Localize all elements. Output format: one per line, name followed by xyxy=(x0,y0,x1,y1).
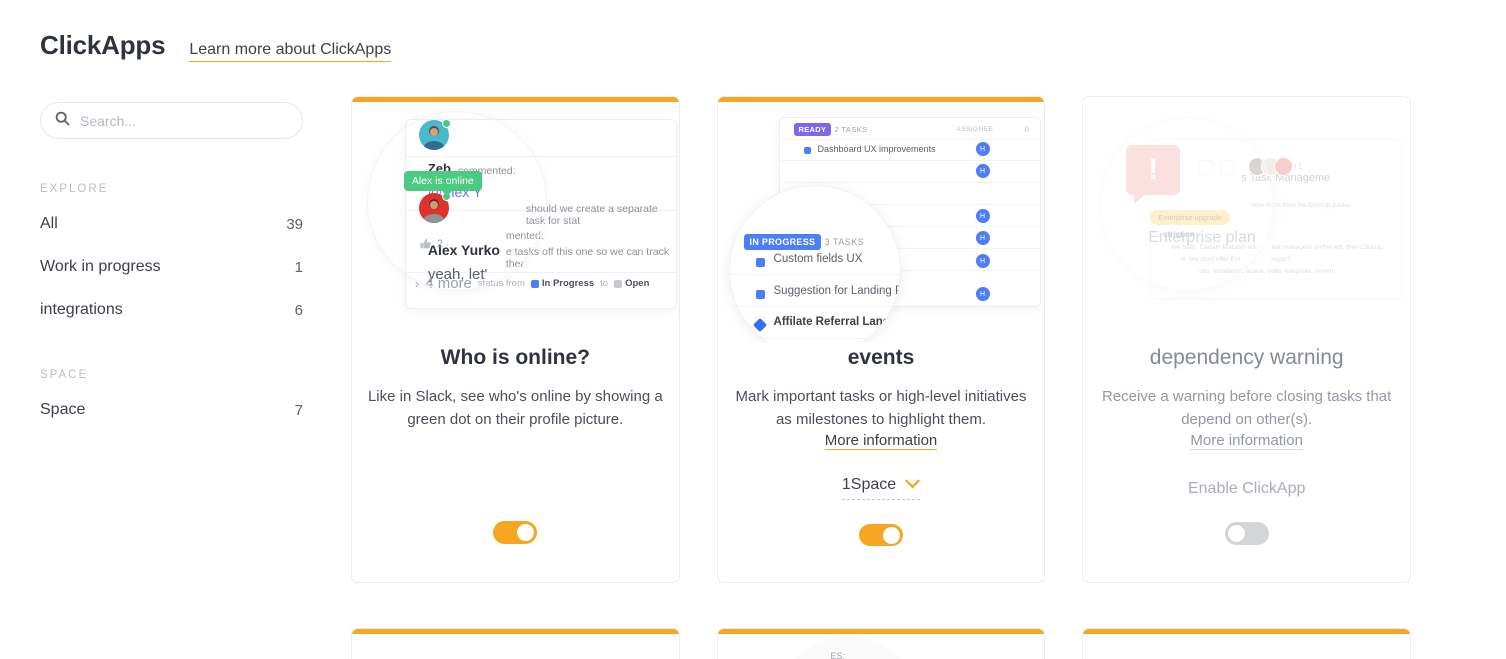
illustration-fragment: ES: xyxy=(830,651,846,659)
toggle-knob xyxy=(1227,525,1245,542)
magnifier-lens xyxy=(366,111,547,291)
assignee-avatar: H xyxy=(975,231,990,245)
clickapps-page: ClickApps Learn more about ClickApps EXP… xyxy=(0,0,1506,659)
doc-body-4: ask managers on the left, then ClickUp xyxy=(1271,244,1383,251)
zoom-task-1: Custom fields UX xyxy=(773,253,863,265)
sidebar-item-label: All xyxy=(40,215,58,232)
clickapp-card-events[interactable]: READY 2 TASKS ASSIGNEE D Dashboard UX im… xyxy=(716,96,1046,583)
task-name-top: Dashboard UX improvements xyxy=(817,144,936,154)
assignee-avatar: H xyxy=(975,254,990,268)
sidebar-section-explore-label: EXPLORE xyxy=(40,183,109,195)
card-title: events xyxy=(847,346,915,369)
clickapp-card-row2-2[interactable]: ES: xyxy=(716,628,1046,659)
status-chip-open: Open xyxy=(614,278,649,289)
magnifier-lens xyxy=(1100,117,1275,291)
page-header: ClickApps Learn more about ClickApps xyxy=(40,30,392,62)
magnifier-lens xyxy=(772,637,923,659)
zoom-task-3: Affilate Referral Landing page xyxy=(773,316,901,328)
card-row-1: Zeb commented: @Alex Y should we create … xyxy=(351,96,1412,583)
sidebar-item-count: 1 xyxy=(294,258,303,276)
sidebar-item-work-in-progress[interactable]: Work in progress 1 xyxy=(40,250,303,284)
clickapp-card-row2-3[interactable] xyxy=(1082,628,1412,659)
card-description: Receive a warning before closing tasks t… xyxy=(1102,388,1392,428)
card-row-2: ES: xyxy=(351,628,1412,659)
enable-clickapp-label: Enable ClickApp xyxy=(1187,480,1306,497)
more-information-link[interactable]: More information xyxy=(1190,432,1303,450)
search-input[interactable] xyxy=(80,112,288,129)
card-description: Mark important tasks or high-level initi… xyxy=(735,388,1027,428)
chevron-down-icon xyxy=(905,476,920,494)
search-box[interactable] xyxy=(40,102,303,139)
sidebar-item-label: integrations xyxy=(40,301,123,318)
task-bullet xyxy=(755,290,765,299)
card-title: Who is online? xyxy=(440,346,590,369)
ready-task-count: 2 TASKS xyxy=(834,125,868,134)
sidebar-section-space-label: SPACE xyxy=(40,369,89,381)
search-icon xyxy=(55,111,70,131)
status-chip-in-progress: In Progress xyxy=(530,278,595,289)
assignee-avatar: H xyxy=(975,209,990,223)
assignee-avatar: H xyxy=(975,164,990,178)
space-selector-label: 1Space xyxy=(841,476,897,493)
learn-more-link[interactable]: Learn more about ClickApps xyxy=(189,41,392,62)
toggle-knob xyxy=(883,527,900,544)
task-bullet xyxy=(803,147,811,154)
more-information-link[interactable]: More information xyxy=(824,432,938,450)
sidebar-item-label: Work in progress xyxy=(40,258,161,275)
column-extra: D xyxy=(1024,126,1030,133)
status-badge-ready: READY xyxy=(793,123,832,136)
sidebar-item-count: 39 xyxy=(286,215,303,233)
sidebar-item-all[interactable]: All 39 xyxy=(40,207,303,241)
card-illustration-row2-1 xyxy=(352,629,679,659)
comment-snippet-1: should we create a separate task for sta… xyxy=(525,203,658,227)
card-illustration-who-is-online: Zeb commented: @Alex Y should we create … xyxy=(352,97,679,342)
assignee-avatar: H xyxy=(975,287,990,301)
doc-body-5: logos? xyxy=(1271,256,1291,263)
assignee-avatar: H xyxy=(975,142,990,156)
clickapps-grid: Zeb commented: @Alex Y should we create … xyxy=(351,96,1412,659)
sidebar-item-space[interactable]: Space 7 xyxy=(40,393,303,427)
clickapp-card-dependency-warning[interactable]: s Task Manageme ome icons from the Click… xyxy=(1082,96,1412,583)
clickapp-card-who-is-online[interactable]: Zeb commented: @Alex Y should we create … xyxy=(351,96,680,583)
card-illustration-events: READY 2 TASKS ASSIGNEE D Dashboard UX im… xyxy=(718,97,1045,342)
sidebar-item-count: 7 xyxy=(294,401,303,419)
toggle-knob xyxy=(517,524,535,541)
magnifier-lens: IN PROGRESS 3 TASKS Custom fields UX Sug… xyxy=(728,185,901,342)
card-title: dependency warning xyxy=(1149,346,1344,369)
zoom-task-2: Suggestion for Landing Page v2 xyxy=(773,285,900,297)
card-illustration-row2-2: ES: xyxy=(718,629,1045,659)
milestone-diamond-icon xyxy=(752,317,767,333)
sidebar-item-count: 6 xyxy=(294,301,303,319)
card-illustration-row2-3 xyxy=(1083,629,1410,659)
clickapp-toggle[interactable] xyxy=(859,524,903,546)
space-selector[interactable]: 1Space xyxy=(841,476,921,500)
page-title: ClickApps xyxy=(40,30,166,60)
task-bullet xyxy=(755,258,765,267)
sidebar: EXPLORE All 39 Work in progress 1 integr… xyxy=(40,102,303,436)
status-badge-in-progress: IN PROGRESS xyxy=(743,234,822,250)
status-to-label: Open xyxy=(625,278,650,289)
status-from-label: In Progress xyxy=(541,278,595,289)
card-illustration-dependency-warning: s Task Manageme ome icons from the Click… xyxy=(1083,97,1410,342)
card-description: Like in Slack, see who's online by showi… xyxy=(367,388,663,428)
status-to-word: to xyxy=(600,278,609,289)
avatar-overflow-count: +1 xyxy=(1293,162,1303,171)
sidebar-item-integrations[interactable]: integrations 6 xyxy=(40,293,303,327)
clickapp-toggle[interactable] xyxy=(493,521,538,544)
clickapp-toggle[interactable] xyxy=(1224,522,1269,545)
column-assignee: ASSIGNEE xyxy=(956,126,994,133)
clickapp-card-row2-1[interactable] xyxy=(351,628,680,659)
sidebar-item-label: Space xyxy=(40,401,86,418)
in-progress-task-count: 3 TASKS xyxy=(824,237,865,247)
